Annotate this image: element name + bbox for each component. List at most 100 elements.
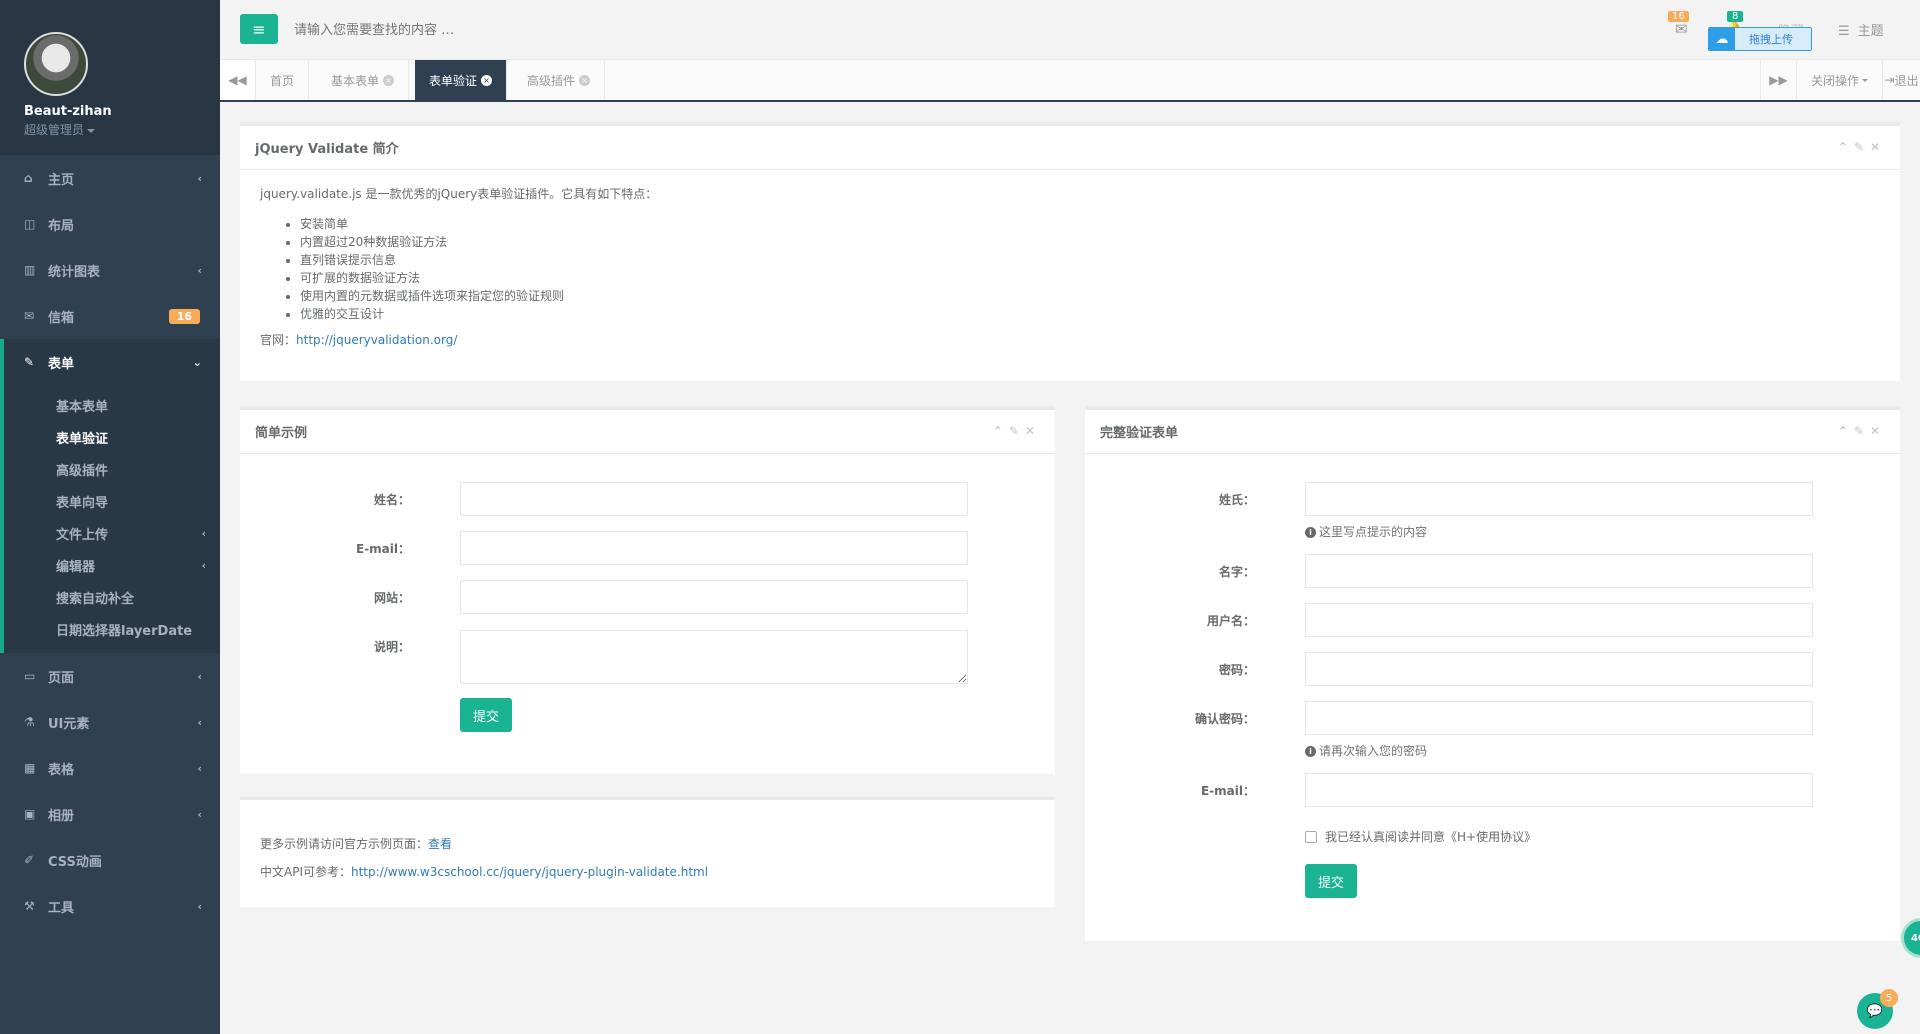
collapse-icon[interactable]: ⌃ (1838, 140, 1854, 154)
flask-icon: ⚗ (24, 715, 35, 729)
tab-form-validate[interactable]: 表单验证 × (415, 60, 508, 100)
close-icon[interactable]: ✕ (1870, 424, 1886, 438)
feature-list: 安装简单 内置超过20种数据验证方法 直列错误提示信息 可扩展的数据验证方法 使… (300, 215, 1880, 323)
close-icon[interactable]: ✕ (1025, 424, 1041, 438)
password-label: 密码： (1218, 663, 1255, 677)
subnav-editor[interactable]: 编辑器 ‹ (4, 549, 220, 581)
floating-speed-widget[interactable]: 40 (1901, 918, 1920, 958)
api-reference-link[interactable]: http://www.w3cschool.cc/jquery/jquery-pl… (351, 865, 708, 879)
panel-body: 更多示例请访问官方示例页面：查看 中文API可参考：http://www.w3c… (240, 800, 1055, 916)
collapse-icon[interactable]: ⌃ (993, 424, 1009, 438)
website-input[interactable] (460, 580, 968, 614)
wrench-icon[interactable]: ✎ (1854, 424, 1870, 438)
collapse-icon[interactable]: ⌃ (1838, 424, 1854, 438)
sidebar-nav: ⌂ 主页 ‹ ◫ 布局 ▥ 统计图表 ‹ ✉ 信箱 16 ✎ 表单 ⌄ (0, 155, 220, 385)
mailbox-count-badge: 16 (168, 308, 200, 324)
sidebar-item-tools[interactable]: ⚒ 工具 ‹ (0, 883, 220, 929)
subnav-advanced-plugins[interactable]: 高级插件 (4, 453, 220, 485)
messages-button[interactable]: ✉ 16 (1668, 11, 1689, 38)
lastname-input[interactable] (1305, 482, 1813, 516)
password-input[interactable] (1305, 652, 1813, 686)
firstname-label: 名字： (1218, 565, 1255, 579)
list-item: 直列错误提示信息 (300, 251, 1880, 269)
username-input[interactable] (1305, 603, 1813, 637)
wrench-icon[interactable]: ✎ (1854, 140, 1870, 154)
tabs-scroll-right-button[interactable]: ▶▶ (1760, 60, 1796, 100)
picture-icon: ▣ (24, 807, 36, 821)
table-icon: ▦ (24, 761, 36, 775)
edit-icon: ✎ (24, 355, 35, 369)
columns-icon: ◫ (24, 217, 36, 231)
caret-down-icon (87, 128, 96, 133)
close-icon[interactable]: × (481, 74, 493, 86)
confirm-password-input[interactable] (1305, 701, 1813, 735)
sign-out-icon: ⇥ (1884, 73, 1895, 87)
close-icon[interactable]: × (579, 74, 591, 86)
sidebar-item-charts[interactable]: ▥ 统计图表 ‹ (0, 247, 220, 293)
wrench-icon[interactable]: ✎ (1009, 424, 1025, 438)
website-label: 网站： (373, 591, 410, 605)
description-textarea[interactable] (460, 630, 968, 684)
username-label: 用户名： (1206, 614, 1255, 628)
close-icon[interactable]: ✕ (1870, 140, 1886, 154)
lastname-label: 姓氏： (1218, 493, 1255, 507)
sidebar-item-layout[interactable]: ◫ 布局 (0, 201, 220, 247)
profile-name: Beaut-zihan (24, 104, 112, 119)
sidebar: Beaut-zihan 超级管理员 ⌂ 主页 ‹ ◫ 布局 ▥ 统计图表 ‹ ✉ 信箱 16 … (0, 0, 220, 1034)
firstname-input[interactable] (1305, 554, 1813, 588)
email-label: E-mail： (355, 542, 410, 556)
sidebar-item-home[interactable]: ⌂ 主页 ‹ (0, 155, 220, 201)
tab-home[interactable]: 首页 (256, 60, 310, 100)
lastname-help: i 这里写点提示的内容 (1305, 523, 1427, 540)
list-item: 使用内置的元数据或插件选项来指定您的验证规则 (300, 287, 1880, 305)
logout-button[interactable]: ⇥ 退出 (1882, 60, 1920, 100)
submit-button[interactable]: 提交 (460, 698, 513, 732)
tabs-scroll-left-button[interactable]: ◀◀ (220, 60, 256, 100)
email-input[interactable] (460, 531, 968, 565)
sidebar-item-css-animation[interactable]: ✐ CSS动画 (0, 837, 220, 883)
profile-role-dropdown[interactable]: 超级管理员 (24, 121, 220, 138)
subnav-basic-form[interactable]: 基本表单 (4, 389, 220, 421)
close-operations-dropdown[interactable]: 关闭操作 (1796, 60, 1882, 100)
description-label: 说明： (373, 640, 410, 654)
theme-button[interactable]: ☰ 主题 (1838, 20, 1884, 39)
email-input[interactable] (1305, 773, 1813, 807)
drag-upload-button[interactable]: ☁ 拖拽上传 (1708, 27, 1812, 51)
view-examples-link[interactable]: 查看 (428, 837, 452, 851)
subnav-autocomplete[interactable]: 搜索自动补全 (4, 581, 220, 613)
info-icon: i (1305, 527, 1316, 538)
sidebar-nav-bottom: ▭ 页面 ‹ ⚗ UI元素 ‹ ▦ 表格 ‹ ▣ 相册 ‹ ✐ CSS动画 ⚒ 工具 ‹ (0, 653, 220, 929)
chat-button[interactable]: 💬 5 (1857, 989, 1898, 1029)
caret-down-icon (1862, 78, 1868, 82)
subnav-form-validate[interactable]: 表单验证 (4, 421, 220, 453)
official-site-link[interactable]: http://jqueryvalidation.org/ (296, 333, 457, 347)
magic-wand-icon: ✐ (24, 853, 35, 867)
avatar[interactable] (24, 32, 88, 96)
tab-basic-form[interactable]: 基本表单 × (317, 60, 410, 100)
envelope-icon: ✉ (24, 309, 35, 323)
subnav-form-wizard[interactable]: 表单向导 (4, 485, 220, 517)
sidebar-item-tables[interactable]: ▦ 表格 ‹ (0, 745, 220, 791)
submit-button[interactable]: 提交 (1305, 864, 1358, 898)
menu-toggle-button[interactable]: ≡ (240, 14, 278, 44)
chevron-left-icon: ‹ (197, 263, 202, 277)
chevron-left-icon: ‹ (197, 761, 202, 775)
panel-title: 完整验证表单 ⌃✎✕ (1085, 410, 1900, 454)
sidebar-item-gallery[interactable]: ▣ 相册 ‹ (0, 791, 220, 837)
info-icon: i (1305, 746, 1316, 757)
name-input[interactable] (460, 482, 968, 516)
sidebar-item-mailbox[interactable]: ✉ 信箱 16 (0, 293, 220, 339)
agree-checkbox-row[interactable]: 我已经认真阅读并同意《H+使用协议》 (1305, 828, 1536, 845)
close-icon[interactable]: × (383, 74, 395, 86)
cloud-upload-icon: ☁ (1709, 28, 1735, 50)
tab-advanced-plugins[interactable]: 高级插件 × (513, 60, 606, 100)
sidebar-item-ui-elements[interactable]: ⚗ UI元素 ‹ (0, 699, 220, 745)
subnav-file-upload[interactable]: 文件上传 ‹ (4, 517, 220, 549)
subnav-layerdate[interactable]: 日期选择器layerDate (4, 613, 220, 645)
links-panel: 更多示例请访问官方示例页面：查看 中文API可参考：http://www.w3c… (240, 797, 1055, 907)
search-input[interactable] (294, 16, 794, 44)
agree-checkbox[interactable] (1305, 830, 1317, 843)
full-validation-form-panel: 完整验证表单 ⌃✎✕ 姓氏： i 这里写点提示的内容 名字： 用户名： 密码： 确… (1085, 406, 1900, 941)
sidebar-item-pages[interactable]: ▭ 页面 ‹ (0, 653, 220, 699)
sidebar-item-forms[interactable]: ✎ 表单 ⌄ (0, 339, 220, 385)
